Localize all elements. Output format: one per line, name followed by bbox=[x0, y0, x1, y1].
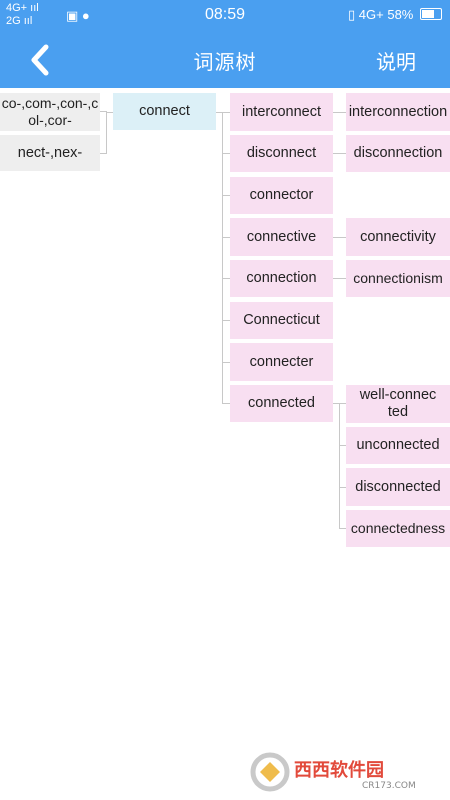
connector-line bbox=[106, 111, 107, 154]
grandchild-node[interactable]: interconnection bbox=[346, 93, 450, 131]
battery-percent: 58% bbox=[387, 7, 414, 22]
child-node[interactable]: disconnect bbox=[230, 135, 333, 172]
grandchild-node[interactable]: well-connected bbox=[346, 385, 450, 423]
connector-line bbox=[333, 153, 346, 154]
watermark-sub: CR173.COM bbox=[362, 781, 416, 791]
grandchild-node[interactable]: connectionism bbox=[346, 260, 450, 297]
child-node[interactable]: connective bbox=[230, 218, 333, 256]
vibrate-icon: ▯ bbox=[348, 7, 356, 22]
connector-line bbox=[339, 403, 346, 404]
watermark-text: 西西软件园 bbox=[294, 759, 384, 781]
root-node[interactable]: co-,com-,con-,col-,cor- bbox=[0, 93, 100, 131]
grandchild-node[interactable]: unconnected bbox=[346, 427, 450, 464]
connector-line bbox=[339, 528, 346, 529]
nav-bar: 词源树 说明 bbox=[0, 32, 450, 88]
connector-line bbox=[339, 403, 340, 529]
connector-line bbox=[216, 112, 230, 113]
battery-icon bbox=[420, 8, 442, 20]
network-label: 4G+ bbox=[358, 7, 384, 22]
connector-line bbox=[222, 237, 230, 238]
root-node[interactable]: nect-,nex- bbox=[0, 135, 100, 171]
connector-line bbox=[333, 112, 346, 113]
watermark-logo: 西西软件园 CR173.COM bbox=[250, 752, 416, 792]
status-bar: 4G+ ııl 2G ııl ▣ ● 08:59 ▯ 4G+ 58% bbox=[0, 0, 450, 32]
connector-line bbox=[222, 195, 230, 196]
grandchild-node[interactable]: disconnected bbox=[346, 468, 450, 506]
connector-line bbox=[222, 403, 230, 404]
connector-line bbox=[106, 112, 113, 113]
child-node[interactable]: connection bbox=[230, 260, 333, 297]
connector-line bbox=[333, 278, 346, 279]
grandchild-node[interactable]: connectivity bbox=[346, 218, 450, 256]
watermark: 西西软件园 CR173.COM bbox=[250, 752, 435, 792]
etymology-tree: co-,com-,con-,col-,cor- nect-,nex- conne… bbox=[0, 88, 450, 800]
child-node[interactable]: connecter bbox=[230, 343, 333, 381]
connector-line bbox=[339, 445, 346, 446]
status-right: ▯ 4G+ 58% bbox=[348, 7, 442, 23]
connector-line bbox=[222, 320, 230, 321]
child-node[interactable]: interconnect bbox=[230, 93, 333, 131]
child-node[interactable]: Connecticut bbox=[230, 302, 333, 339]
connector-line bbox=[222, 362, 230, 363]
connector-line bbox=[222, 278, 230, 279]
grandchild-node[interactable]: connectedness bbox=[346, 510, 450, 547]
child-node[interactable]: connector bbox=[230, 177, 333, 214]
grandchild-node[interactable]: disconnection bbox=[346, 135, 450, 172]
connector-line bbox=[222, 112, 223, 404]
child-node[interactable]: connected bbox=[230, 385, 333, 422]
connector-line bbox=[333, 237, 346, 238]
center-node[interactable]: connect bbox=[113, 93, 216, 130]
connector-line bbox=[339, 487, 346, 488]
help-button[interactable]: 说明 bbox=[376, 46, 416, 75]
connector-line bbox=[222, 153, 230, 154]
